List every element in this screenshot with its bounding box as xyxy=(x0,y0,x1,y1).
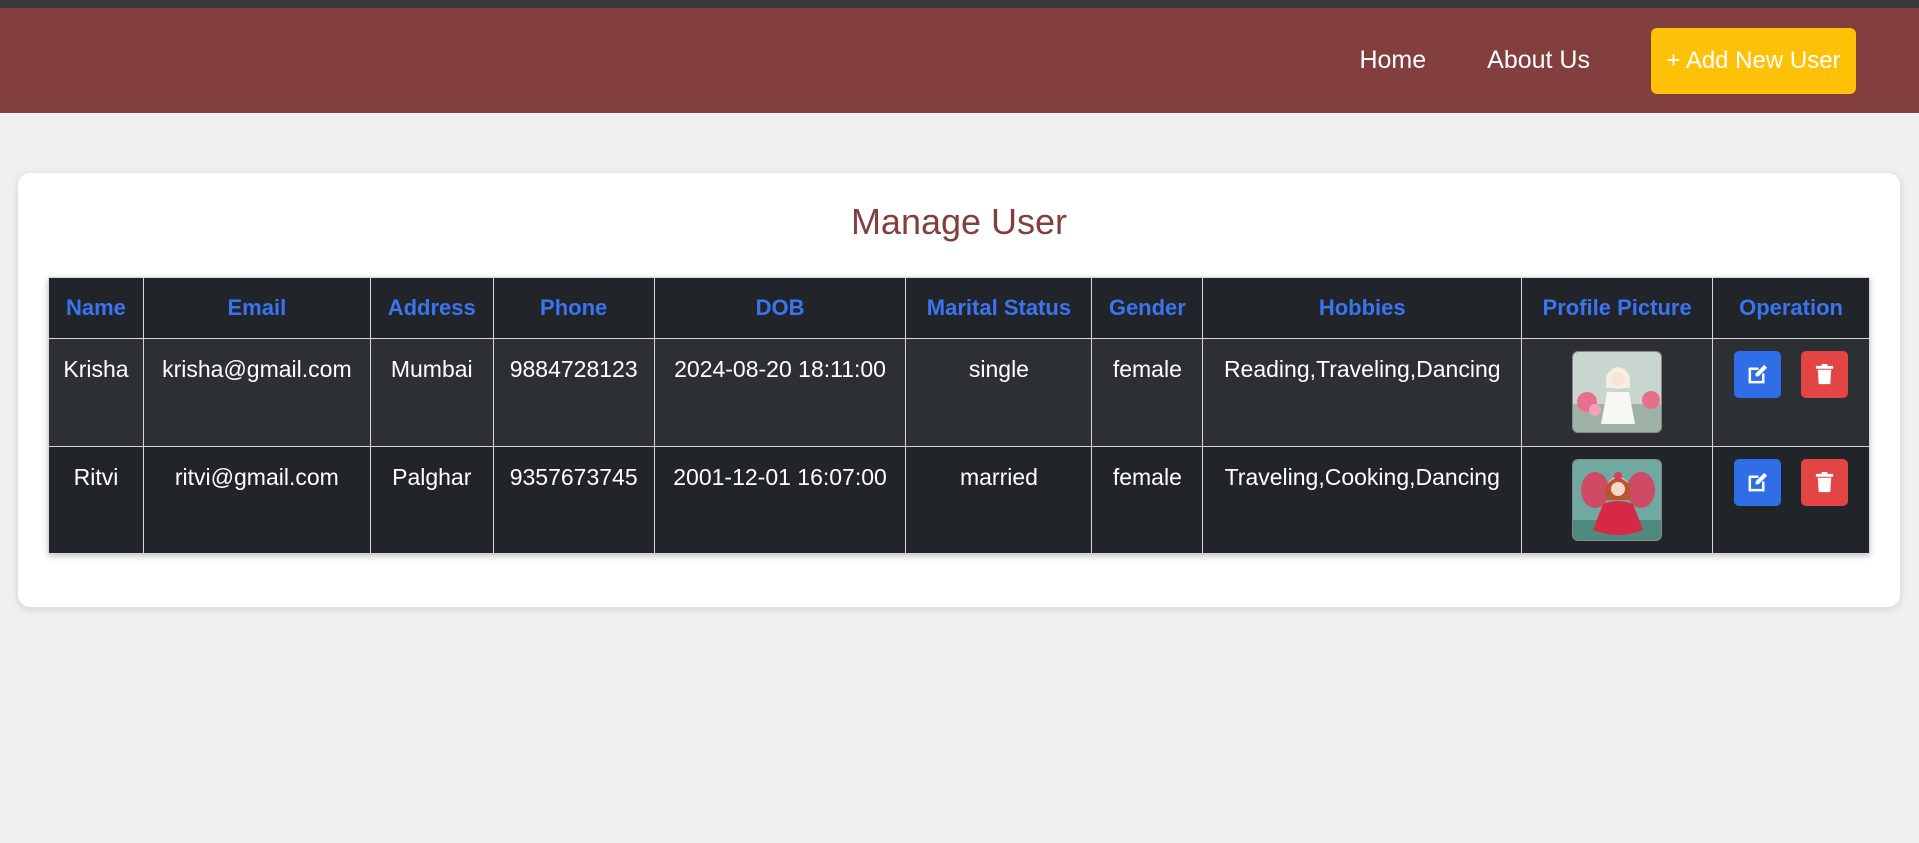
cell-operation xyxy=(1712,446,1870,554)
cell-name: Ritvi xyxy=(48,446,144,554)
column-header-profile-picture: Profile Picture xyxy=(1521,277,1714,339)
cell-address: Palghar xyxy=(369,446,494,554)
column-header-dob: DOB xyxy=(653,277,907,339)
cell-hobbies: Traveling,Cooking,Dancing xyxy=(1202,446,1523,554)
cell-email: krisha@gmail.com xyxy=(142,338,371,447)
manage-user-card: Manage User Name Email Address Phone DOB… xyxy=(18,173,1900,607)
edit-user-button[interactable] xyxy=(1734,459,1782,506)
profile-picture-thumbnail xyxy=(1572,351,1663,433)
table-header-row: Name Email Address Phone DOB Marital Sta… xyxy=(48,277,1870,339)
edit-icon xyxy=(1748,364,1768,384)
cell-gender: female xyxy=(1091,446,1204,554)
cell-dob: 2001-12-01 16:07:00 xyxy=(653,446,907,554)
cell-name: Krisha xyxy=(48,338,144,447)
column-header-hobbies: Hobbies xyxy=(1202,277,1523,339)
navbar: Home About Us + Add New User xyxy=(0,8,1919,113)
column-header-marital-status: Marital Status xyxy=(905,277,1093,339)
delete-user-button[interactable] xyxy=(1801,459,1849,506)
table-row: Ritvi ritvi@gmail.com Palghar 9357673745… xyxy=(48,446,1870,554)
page-title: Manage User xyxy=(850,201,1068,242)
table-row: Krisha krisha@gmail.com Mumbai 988472812… xyxy=(48,338,1870,447)
browser-top-strip xyxy=(0,0,1919,8)
cell-marital-status: married xyxy=(905,446,1093,554)
cell-phone: 9884728123 xyxy=(492,338,655,447)
cell-profile-picture xyxy=(1521,338,1714,447)
cell-profile-picture xyxy=(1521,446,1714,554)
users-table: Name Email Address Phone DOB Marital Sta… xyxy=(48,277,1870,554)
profile-picture-thumbnail xyxy=(1572,459,1663,541)
add-new-user-button[interactable]: + Add New User xyxy=(1651,27,1856,94)
cell-hobbies: Reading,Traveling,Dancing xyxy=(1202,338,1523,447)
column-header-operation: Operation xyxy=(1712,277,1870,339)
cell-address: Mumbai xyxy=(369,338,494,447)
edit-icon xyxy=(1748,472,1768,492)
column-header-gender: Gender xyxy=(1091,277,1204,339)
cell-marital-status: single xyxy=(905,338,1093,447)
trash-icon xyxy=(1815,363,1834,385)
nav-link-about-us[interactable]: About Us xyxy=(1487,46,1590,75)
trash-icon xyxy=(1815,471,1834,493)
cell-phone: 9357673745 xyxy=(492,446,655,554)
cell-email: ritvi@gmail.com xyxy=(142,446,371,554)
column-header-name: Name xyxy=(48,277,144,339)
edit-user-button[interactable] xyxy=(1734,351,1782,398)
delete-user-button[interactable] xyxy=(1801,351,1849,398)
column-header-email: Email xyxy=(142,277,371,339)
column-header-phone: Phone xyxy=(492,277,655,339)
column-header-address: Address xyxy=(369,277,494,339)
cell-gender: female xyxy=(1091,338,1204,447)
cell-dob: 2024-08-20 18:11:00 xyxy=(653,338,907,447)
cell-operation xyxy=(1712,338,1870,447)
nav-link-home[interactable]: Home xyxy=(1359,46,1426,75)
